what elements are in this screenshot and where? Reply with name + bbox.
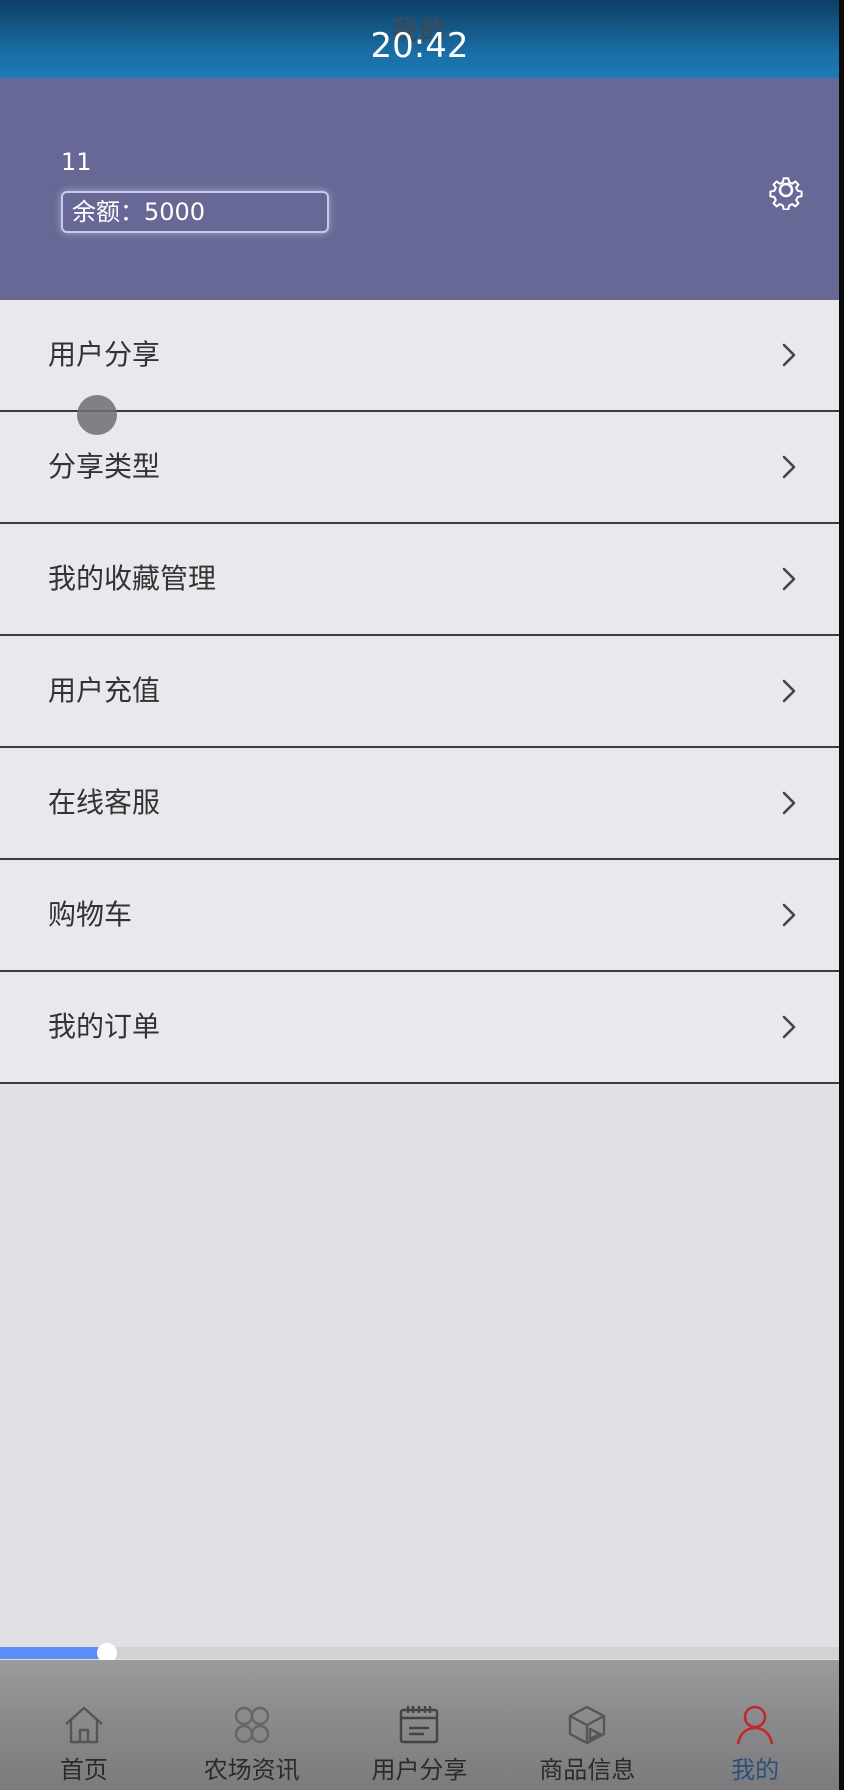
profile-panel: 11 余额：5000 [0,78,839,300]
menu-item-user-share[interactable]: 用户分享 [0,300,839,412]
title-bar: 我的 20:42 [0,0,839,78]
tab-user-share[interactable]: 用户分享 [336,1702,504,1790]
screen-edge [839,0,844,1790]
user-icon [736,1705,774,1745]
menu-item-cart[interactable]: 购物车 [0,860,839,972]
tab-home[interactable]: 首页 [0,1702,168,1790]
touch-indicator [77,395,117,435]
settings-button[interactable] [766,170,806,211]
seek-progress [0,1647,107,1659]
chevron-right-icon [782,1015,796,1039]
menu-list: 用户分享 分享类型 我的收藏管理 用户充值 在线客服 购物车 我的订单 [0,300,839,1084]
menu-item-label: 用户充值 [48,674,161,707]
time-overlay: 20:42 [370,26,469,66]
menu-item-favorites[interactable]: 我的收藏管理 [0,524,839,636]
menu-item-orders[interactable]: 我的订单 [0,972,839,1084]
phone-screen: 我的 20:42 11 余额：5000 用户分享 分享类型 我的收藏管理 用户充… [0,0,839,1790]
menu-item-recharge[interactable]: 用户充值 [0,636,839,748]
tab-label: 商品信息 [539,1756,636,1784]
menu-item-share-type[interactable]: 分享类型 [0,412,839,524]
grid-icon [234,1706,269,1744]
balance-badge: 余额：5000 [61,191,329,233]
box-icon [569,1705,606,1745]
calendar-icon [400,1706,439,1744]
menu-item-label: 我的收藏管理 [48,562,217,595]
gear-icon [769,177,803,211]
chevron-right-icon [782,679,796,703]
tab-label: 用户分享 [371,1756,468,1784]
chevron-right-icon [782,791,796,815]
chevron-right-icon [782,903,796,927]
home-icon [65,1706,103,1744]
chevron-right-icon [782,455,796,479]
menu-item-label: 用户分享 [48,338,161,371]
chevron-right-icon [782,343,796,367]
username: 11 [61,148,92,176]
menu-item-customer-service[interactable]: 在线客服 [0,748,839,860]
tab-farm-news[interactable]: 农场资讯 [168,1702,336,1790]
tab-mine[interactable]: 我的 [671,1702,839,1790]
tab-products[interactable]: 商品信息 [503,1702,671,1790]
bottom-tab-bar: 首页 农场资讯 用户分享 商品信息 我的 [0,1660,839,1790]
chevron-right-icon [782,567,796,591]
tab-label: 我的 [731,1756,780,1784]
tab-label: 首页 [59,1756,108,1784]
video-seek-bar[interactable] [0,1643,839,1663]
tab-label: 农场资讯 [203,1756,300,1784]
menu-item-label: 我的订单 [48,1010,161,1043]
menu-item-label: 在线客服 [48,786,161,819]
menu-item-label: 购物车 [48,898,133,931]
